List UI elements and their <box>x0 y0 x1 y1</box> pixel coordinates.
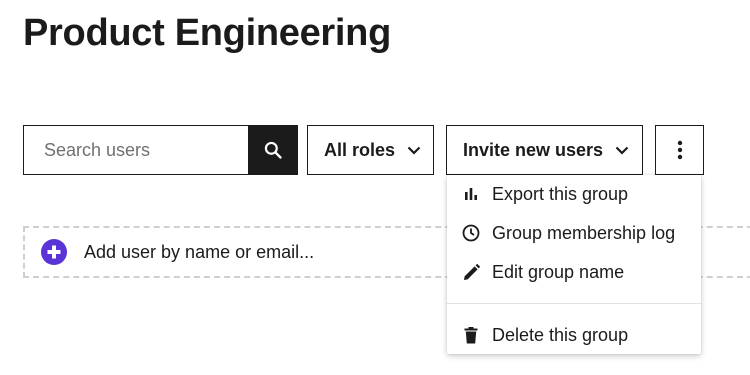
menu-item-delete-group[interactable]: Delete this group <box>447 317 701 353</box>
menu-item-label: Group membership log <box>492 222 676 243</box>
roles-filter-label: All roles <box>324 139 396 160</box>
pencil-icon <box>462 263 480 281</box>
search-input[interactable] <box>24 126 247 174</box>
add-user-label: Add user by name or email... <box>84 241 315 262</box>
menu-divider <box>447 303 701 304</box>
more-vertical-icon <box>677 140 682 160</box>
menu-item-export[interactable]: Export this group <box>447 176 701 212</box>
menu-item-label: Export this group <box>492 183 629 204</box>
more-options-button[interactable] <box>655 125 704 175</box>
more-options-menu: Export this group Group membership log E… <box>447 175 701 354</box>
menu-item-membership-log[interactable]: Group membership log <box>447 215 701 251</box>
search-box <box>23 125 298 175</box>
trash-icon <box>462 326 480 344</box>
bar-chart-icon <box>462 185 480 203</box>
chevron-down-icon <box>407 146 421 155</box>
clock-icon <box>462 224 480 242</box>
search-button[interactable] <box>248 126 297 174</box>
invite-users-label: Invite new users <box>463 139 604 160</box>
menu-item-edit-name[interactable]: Edit group name <box>447 254 701 290</box>
search-icon <box>264 141 282 159</box>
invite-users-button[interactable]: Invite new users <box>446 125 643 175</box>
roles-filter-button[interactable]: All roles <box>307 125 434 175</box>
add-circle-icon <box>40 238 68 266</box>
page-title: Product Engineering <box>23 12 391 54</box>
chevron-down-icon <box>615 146 629 155</box>
menu-item-label: Edit group name <box>492 261 625 282</box>
menu-item-label: Delete this group <box>492 324 629 345</box>
